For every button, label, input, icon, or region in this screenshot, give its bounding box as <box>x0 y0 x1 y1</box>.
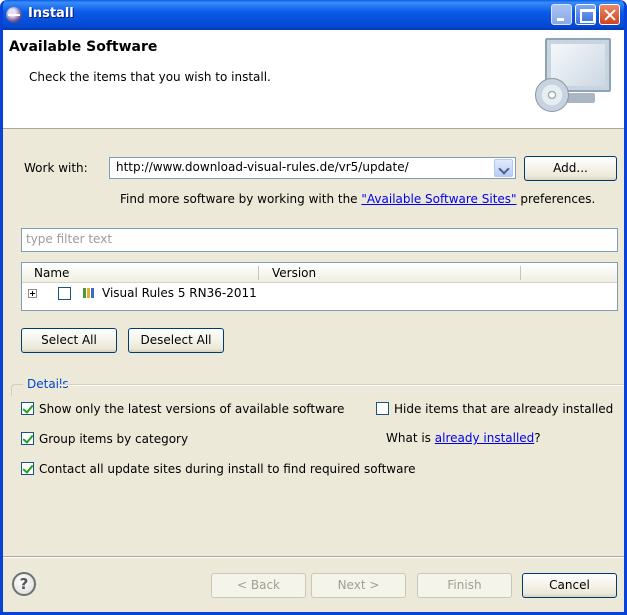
group-by-category-label[interactable]: Group items by category <box>39 432 188 446</box>
monitor-cd-icon <box>535 38 613 114</box>
hide-installed-checkbox[interactable] <box>376 402 389 415</box>
show-latest-label[interactable]: Show only the latest versions of availab… <box>39 402 344 416</box>
window-title: Install <box>28 6 74 21</box>
title-bar[interactable]: Install <box>3 0 624 30</box>
what-is-suffix: ? <box>534 431 541 445</box>
select-all-button[interactable]: Select All <box>21 328 117 353</box>
tree-row-checkbox[interactable] <box>58 287 71 300</box>
tree-header: Name Version <box>22 263 617 283</box>
minimize-button[interactable] <box>551 4 572 25</box>
finish-button[interactable]: Finish <box>417 573 512 598</box>
software-tree[interactable]: Name Version Visual Rules 5 RN36-2011 <box>21 262 618 311</box>
already-installed-link[interactable]: already installed <box>435 431 535 445</box>
hide-installed-label[interactable]: Hide items that are already installed <box>394 402 613 416</box>
page-subtitle: Check the items that you wish to install… <box>29 70 271 84</box>
eclipse-install-icon <box>6 7 22 23</box>
work-with-label: Work with: <box>24 161 88 175</box>
more-software-prefix: Find more software by working with the <box>120 192 362 206</box>
what-is-prefix: What is <box>386 431 435 445</box>
available-software-sites-link[interactable]: "Available Software Sites" <box>361 192 516 206</box>
chevron-down-icon[interactable] <box>494 159 513 177</box>
dialog-header: Available Software Check the items that … <box>3 30 624 129</box>
column-name-header[interactable]: Name <box>34 266 69 280</box>
close-button[interactable] <box>599 4 620 25</box>
work-with-combo[interactable]: http://www.download-visual-rules.de/vr5/… <box>109 157 516 179</box>
back-button[interactable]: < Back <box>211 573 306 598</box>
deselect-all-button[interactable]: Deselect All <box>128 328 224 353</box>
next-button[interactable]: Next > <box>311 573 406 598</box>
column-version-header[interactable]: Version <box>272 266 316 280</box>
maximize-button[interactable] <box>575 4 596 25</box>
contact-sites-label[interactable]: Contact all update sites during install … <box>39 462 416 476</box>
cancel-button[interactable]: Cancel <box>522 573 617 598</box>
more-software-text: Find more software by working with the "… <box>120 192 595 206</box>
group-by-category-checkbox[interactable] <box>21 432 34 445</box>
show-latest-checkbox[interactable] <box>21 402 34 415</box>
contact-sites-checkbox[interactable] <box>21 462 34 475</box>
tree-row-name[interactable]: Visual Rules 5 RN36-2011 <box>102 286 257 300</box>
what-is-installed-text: What is already installed? <box>386 431 541 445</box>
page-title: Available Software <box>9 39 158 55</box>
more-software-suffix: preferences. <box>516 192 596 206</box>
help-circle-icon[interactable]: ? <box>12 572 36 596</box>
install-dialog: Install Available Software Check the ite… <box>0 0 627 615</box>
filter-input[interactable]: type filter text <box>21 228 618 252</box>
expand-icon[interactable] <box>28 289 37 298</box>
feature-bars-icon <box>83 286 97 298</box>
add-site-button[interactable]: Add... <box>524 156 617 181</box>
